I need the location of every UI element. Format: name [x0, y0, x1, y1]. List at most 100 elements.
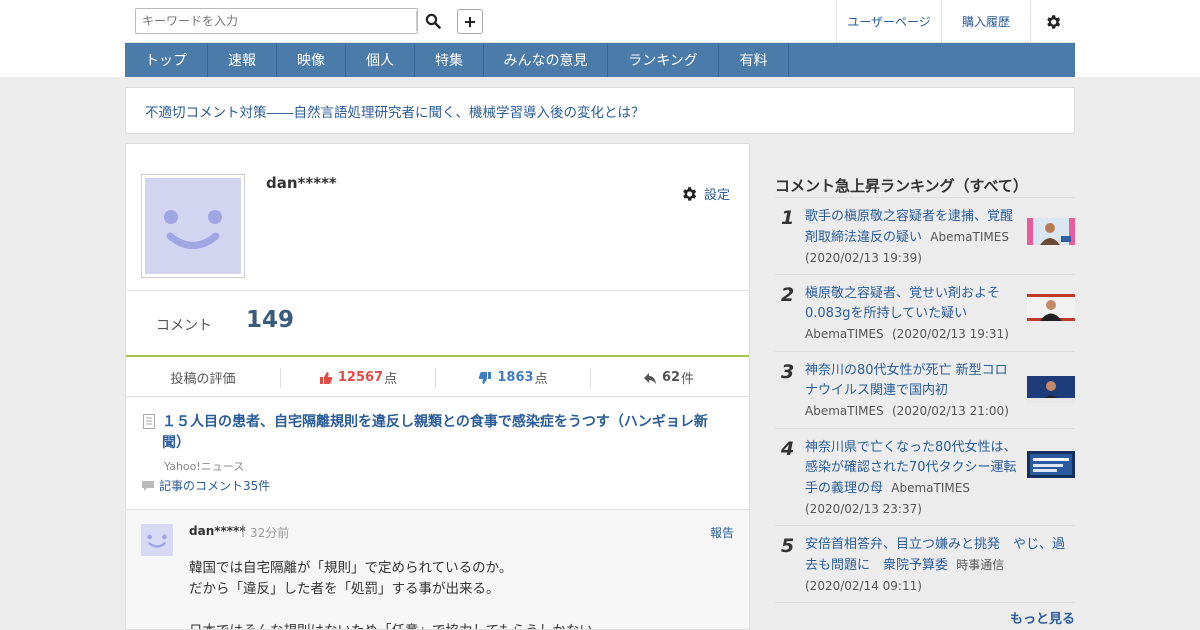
rank-source: AbemaTIMES	[805, 327, 884, 341]
add-button[interactable]	[457, 9, 483, 34]
likes-count: 12567	[337, 370, 384, 385]
user-page-link[interactable]: ユーザーページ	[836, 0, 941, 43]
gear-icon	[1047, 14, 1061, 29]
rank-thumbnail[interactable]	[1027, 294, 1075, 321]
report-link[interactable]: 報告	[710, 524, 734, 541]
rank-thumbnail[interactable]	[1027, 451, 1075, 478]
nav-item-paid[interactable]: 有料	[719, 43, 789, 77]
rank-thumbnail[interactable]	[1027, 218, 1075, 245]
rank-number: 5	[781, 535, 795, 557]
rank-number: 3	[781, 361, 795, 383]
more-ranking-link[interactable]: もっと見る	[1010, 608, 1075, 627]
news-thumbnail-image	[1027, 218, 1075, 245]
ranking-item: 3 神奈川の80代女性が死亡 新型コロナウイルス関連で国内初 AbemaTIME…	[775, 352, 1075, 429]
comment-line: 韓国では自宅隔離が「規則」で定められているのか。	[189, 560, 513, 576]
notice-link[interactable]: 不適切コメント対策――自然言語処理研究者に聞く、機械学習導入後の変化とは？	[125, 87, 1075, 134]
article-source: Yahoo!ニュース	[164, 460, 245, 473]
comment-avatar	[141, 524, 173, 556]
profile-settings-button[interactable]: 設定	[680, 184, 730, 203]
search-button[interactable]	[420, 9, 446, 33]
ratings-label: 投稿の評価	[126, 367, 281, 388]
main-nav: トップ 速報 映像 個人 特集 みんなの意見 ランキング 有料	[125, 43, 1075, 77]
nav-item-feature[interactable]: 特集	[415, 43, 484, 77]
comment-item: dan***** | 32分前 報告 韓国では自宅隔離が「規則」で定められている…	[126, 510, 749, 629]
search-divider	[416, 11, 417, 31]
replies-stat: 62 件	[591, 368, 746, 388]
document-icon	[143, 414, 155, 429]
search-box	[135, 8, 418, 34]
nav-item-opinions[interactable]: みんなの意見	[484, 43, 608, 77]
rank-body: 安倍首相答弁、目立つ嫌みと挑発 やじ、過去も問題に 衆院予算委 時事通信 (20…	[805, 535, 1070, 597]
ranking-item: 1 歌手の槇原敬之容疑者を逮捕、覚醒剤取締法違反の疑い AbemaTIMES (…	[775, 198, 1075, 275]
ranking-item: 2 槇原敬之容疑者、覚せい剤およそ0.083gを所持していた疑い AbemaTI…	[775, 275, 1075, 352]
search-input[interactable]	[136, 9, 416, 33]
header-links: ユーザーページ 購入履歴	[836, 0, 1075, 43]
dislikes-stat: 1863 点	[436, 367, 591, 388]
nav-item-ranking[interactable]: ランキング	[608, 43, 719, 77]
rank-source: AbemaTIMES	[891, 481, 970, 495]
nav-item-video[interactable]: 映像	[277, 43, 346, 77]
comment-line	[189, 600, 719, 621]
rank-date: (2020/02/13 23:37)	[805, 502, 922, 516]
ranking-title: コメント急上昇ランキング（すべて）	[775, 170, 1075, 198]
comment-time: 32分前	[250, 526, 290, 540]
rank-date: (2020/02/13 21:00)	[891, 404, 1009, 418]
header: ユーザーページ 購入履歴	[125, 0, 1075, 43]
profile-header: dan***** 設定	[126, 144, 749, 291]
rank-date: (2020/02/13 19:39)	[805, 251, 922, 265]
rank-thumbnail[interactable]	[1027, 376, 1075, 403]
comment-text: 韓国では自宅隔離が「規則」で定められているのか。 だから「違反」した者を「処罰」…	[189, 558, 719, 629]
purchase-history-link[interactable]: 購入履歴	[941, 0, 1030, 43]
comment-count-value: 149	[246, 307, 295, 333]
rank-title-link[interactable]: 安倍首相答弁、目立つ嫌みと挑発 やじ、過去も問題に 衆院予算委	[805, 537, 1065, 573]
rank-title-link[interactable]: 槇原敬之容疑者、覚せい剤およそ0.083gを所持していた疑い	[805, 286, 1000, 321]
rank-source: 時事通信	[956, 558, 1005, 572]
comment-separator: |	[241, 523, 246, 537]
article-comments-label: 記事のコメント35件	[159, 479, 271, 493]
article-comments-link[interactable]: 記事のコメント35件	[141, 477, 270, 494]
likes-unit: 点	[384, 372, 398, 387]
rank-body: 歌手の槇原敬之容疑者を逮捕、覚醒剤取締法違反の疑い AbemaTIMES (20…	[805, 207, 1020, 269]
settings-label: 設定	[703, 188, 730, 203]
news-thumbnail-image	[1027, 294, 1075, 321]
settings-button[interactable]	[1030, 0, 1075, 43]
article-title-link[interactable]: １５人目の患者、自宅隔離規則を違反し親類との食事で感染症をうつす（ハンギョレ新聞…	[162, 412, 722, 454]
comment-count: コメント 149	[126, 291, 749, 357]
nav-item-top[interactable]: トップ	[125, 43, 208, 77]
ranking-panel: コメント急上昇ランキング（すべて） 1 歌手の槇原敬之容疑者を逮捕、覚醒剤取締法…	[775, 170, 1075, 627]
smiley-icon	[147, 534, 167, 548]
avatar	[141, 174, 245, 278]
profile-panel: dan***** 設定 コメント 149 投稿の評価 12567 点 1863 …	[125, 143, 750, 630]
rank-date: (2020/02/14 09:11)	[805, 579, 922, 593]
ranking-item: 5 安倍首相答弁、目立つ嫌みと挑発 やじ、過去も問題に 衆院予算委 時事通信 (…	[775, 526, 1075, 603]
comment-author: dan*****	[189, 524, 246, 538]
reply-icon	[643, 372, 656, 384]
dislikes-count: 1863	[497, 370, 534, 385]
nav-item-breaking[interactable]: 速報	[208, 43, 277, 77]
gear-icon	[683, 186, 697, 201]
ranking-item: 4 神奈川県で亡くなった80代女性は、感染が確認された70代タクシー運転手の義理…	[775, 429, 1075, 526]
comment-line: 日本ではそんな規則はないため「任意」で協力してもらうしかない。	[189, 621, 719, 629]
thumbs-down-icon	[479, 371, 492, 384]
rank-title-link[interactable]: 神奈川の80代女性が死亡 新型コロナウイルス関連で国内初	[805, 363, 1008, 398]
rank-number: 2	[781, 284, 795, 306]
rank-body: 神奈川県で亡くなった80代女性は、感染が確認された70代タクシー運転手の義理の母…	[805, 438, 1020, 520]
username: dan*****	[266, 174, 337, 192]
rank-number: 4	[781, 438, 795, 460]
comment-count-label: コメント	[156, 318, 212, 334]
smiley-icon	[164, 210, 222, 249]
comment-line: だから「違反」した者を「処罰」する事が出来る。	[189, 581, 500, 597]
nav-item-individual[interactable]: 個人	[346, 43, 415, 77]
news-thumbnail-image	[1027, 451, 1075, 478]
rank-body: 神奈川の80代女性が死亡 新型コロナウイルス関連で国内初 AbemaTIMES …	[805, 361, 1020, 422]
rank-number: 1	[781, 207, 795, 229]
ratings-bar: 投稿の評価 12567 点 1863 点 62 件	[126, 359, 749, 397]
news-thumbnail-image	[1027, 376, 1075, 403]
rank-source: AbemaTIMES	[930, 230, 1009, 244]
rank-body: 槇原敬之容疑者、覚せい剤およそ0.083gを所持していた疑い AbemaTIME…	[805, 284, 1020, 345]
replies-count: 62	[661, 370, 681, 385]
thumbs-up-icon	[319, 371, 333, 384]
dislikes-unit: 点	[534, 372, 548, 387]
rank-source: AbemaTIMES	[805, 404, 884, 418]
plus-icon	[465, 16, 475, 27]
